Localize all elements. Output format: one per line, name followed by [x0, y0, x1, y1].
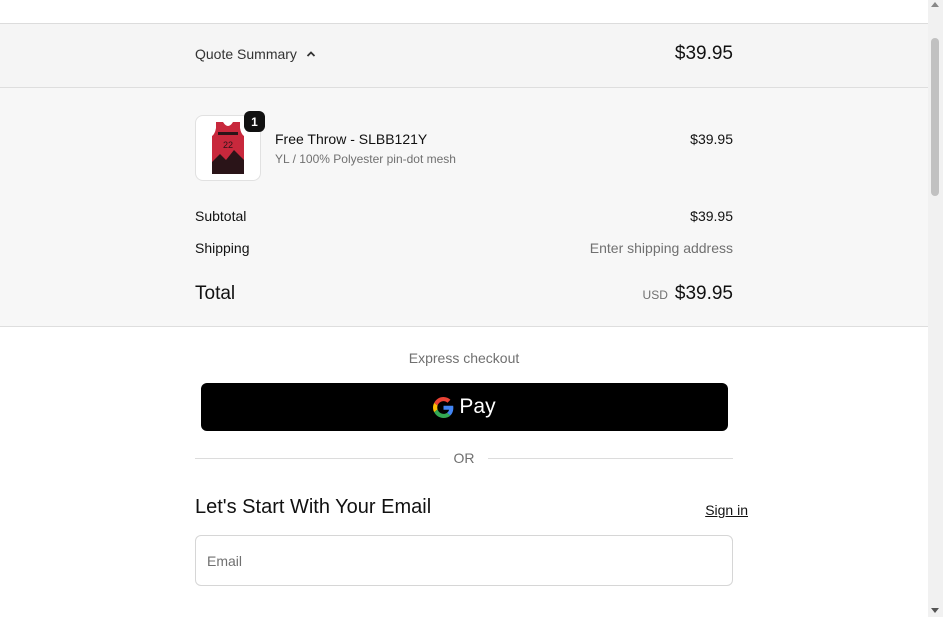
subtotal-value: $39.95: [690, 208, 733, 224]
page-scrollbar[interactable]: [928, 0, 943, 617]
shipping-label: Shipping: [195, 240, 250, 256]
email-section-heading: Let's Start With Your Email: [195, 496, 432, 518]
item-variant: YL / 100% Polyester pin-dot mesh: [275, 152, 456, 166]
express-checkout-label: Express checkout: [408, 350, 520, 366]
quote-summary-label: Quote Summary: [195, 46, 297, 62]
total-label: Total: [195, 283, 236, 304]
google-pay-label: Pay: [459, 395, 496, 418]
total-amount: $39.95: [674, 283, 733, 304]
jersey-number: 22: [223, 140, 233, 150]
google-g-icon: [433, 396, 454, 418]
item-name: Free Throw - SLBB121Y: [275, 131, 428, 147]
quote-summary-toggle[interactable]: Quote Summary: [195, 46, 317, 62]
top-bar: [0, 0, 928, 24]
chevron-up-icon: [306, 51, 316, 57]
sign-in-link[interactable]: Sign in: [705, 502, 748, 518]
quote-summary-header: Quote Summary $39.95: [0, 24, 928, 88]
email-field[interactable]: [195, 535, 733, 586]
quote-summary-details: 22 1 Free Throw - SLBB121Y YL / 100% Pol…: [0, 88, 928, 327]
quantity-badge: 1: [244, 111, 265, 132]
item-price: $39.95: [690, 131, 733, 147]
quote-summary-price: $39.95: [674, 43, 733, 64]
or-divider: OR: [195, 450, 733, 466]
subtotal-label: Subtotal: [195, 208, 247, 224]
google-pay-button[interactable]: Pay: [201, 383, 728, 431]
total-value: USD $39.95: [643, 283, 733, 305]
shipping-value: Enter shipping address: [589, 240, 733, 256]
divider-line-right: [488, 458, 733, 459]
scroll-down-arrow-icon[interactable]: [931, 608, 939, 613]
scroll-up-arrow-icon[interactable]: [931, 2, 939, 7]
currency-code: USD: [642, 288, 668, 302]
scrollbar-thumb[interactable]: [931, 38, 939, 196]
